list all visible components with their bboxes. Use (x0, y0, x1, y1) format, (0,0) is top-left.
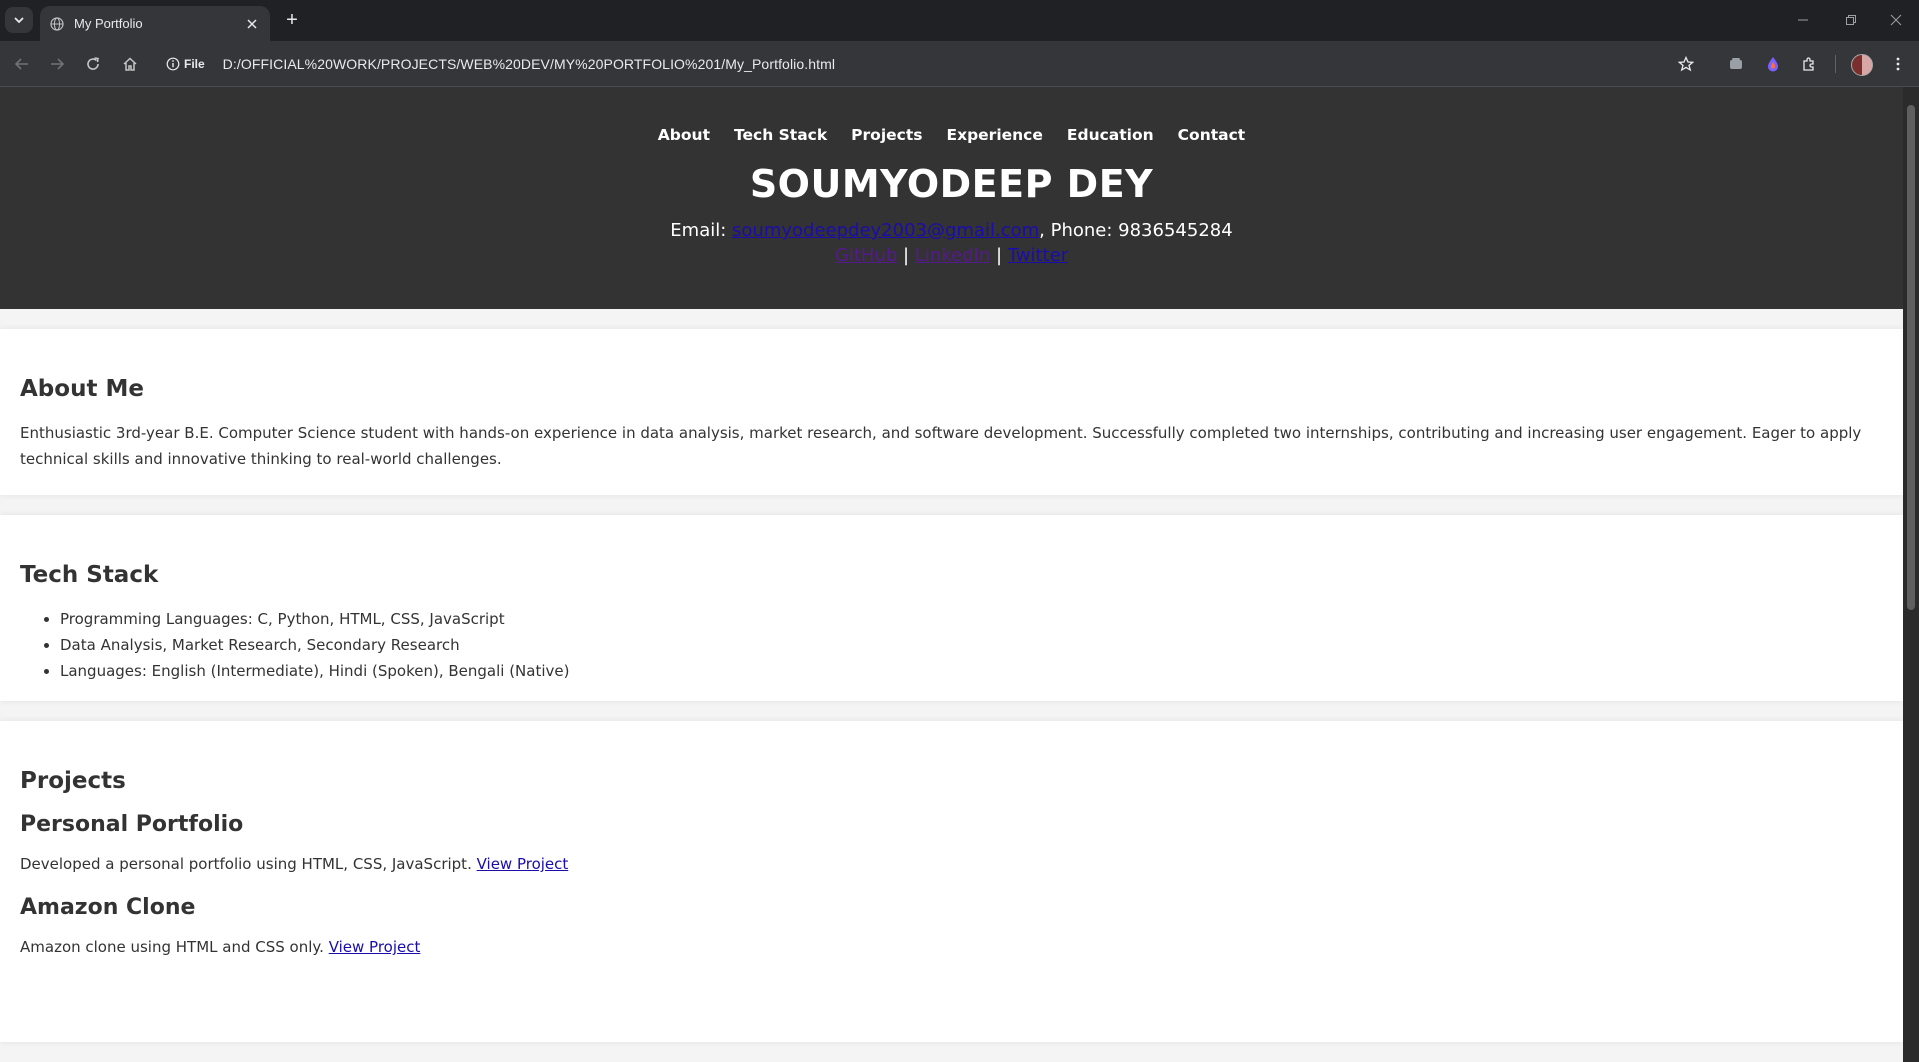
about-section: About Me Enthusiastic 3rd-year B.E. Comp… (0, 329, 1903, 495)
list-item: Programming Languages: C, Python, HTML, … (60, 606, 1883, 632)
projects-section: Projects Personal Portfolio Developed a … (0, 721, 1903, 1042)
phone-number: 9836545284 (1118, 220, 1233, 241)
tab-search-button[interactable] (5, 7, 33, 33)
restore-window-icon[interactable] (1837, 8, 1865, 32)
list-item: Languages: English (Intermediate), Hindi… (60, 658, 1883, 684)
view-project-link[interactable]: View Project (477, 855, 569, 873)
browser-tab-bar: My Portfolio + (0, 0, 1919, 41)
about-heading: About Me (20, 376, 144, 402)
close-tab-icon[interactable] (242, 14, 262, 34)
browser-toolbar: File D:/OFFICIAL%20WORK/PROJECTS/WEB%20D… (0, 41, 1919, 87)
site-chip-label: File (184, 56, 205, 71)
close-window-icon[interactable] (1882, 8, 1910, 32)
reload-icon[interactable] (81, 52, 105, 76)
site-info-chip[interactable]: File (166, 57, 205, 71)
nav-link-projects[interactable]: Projects (851, 126, 922, 144)
tech-stack-section: Tech Stack Programming Languages: C, Pyt… (0, 515, 1903, 701)
github-link[interactable]: GitHub (835, 245, 897, 266)
more-menu-icon[interactable] (1886, 52, 1910, 76)
extension-media-icon[interactable] (1724, 52, 1748, 76)
site-header: About Tech Stack Projects Experience Edu… (0, 87, 1903, 309)
projects-heading: Projects (20, 768, 126, 794)
profile-avatar[interactable] (1851, 54, 1873, 76)
project-description: Developed a personal portfolio using HTM… (20, 851, 1883, 877)
nav-link-contact[interactable]: Contact (1178, 126, 1246, 144)
social-links: GitHub | LinkedIn | Twitter (0, 245, 1903, 266)
twitter-link[interactable]: Twitter (1008, 245, 1068, 266)
phone-label: , Phone: (1039, 220, 1119, 241)
bookmark-star-icon[interactable] (1674, 52, 1698, 76)
nav-link-experience[interactable]: Experience (946, 126, 1042, 144)
globe-icon (50, 16, 64, 31)
nav-link-about[interactable]: About (658, 126, 710, 144)
nav-link-tech-stack[interactable]: Tech Stack (734, 126, 827, 144)
chevron-down-icon (14, 17, 24, 24)
email-link[interactable]: soumyodeepdey2003@gmail.com (732, 220, 1039, 241)
project-title: Personal Portfolio (20, 812, 244, 837)
page-viewport: About Tech Stack Projects Experience Edu… (0, 87, 1903, 1062)
about-text: Enthusiastic 3rd-year B.E. Computer Scie… (20, 424, 1862, 468)
link-separator: | (897, 245, 915, 266)
forward-arrow-icon[interactable] (45, 52, 69, 76)
puzzle-extensions-icon[interactable] (1797, 52, 1821, 76)
browser-tab-active[interactable]: My Portfolio (40, 6, 270, 41)
tech-stack-list: Programming Languages: C, Python, HTML, … (20, 606, 1883, 684)
url-text[interactable]: D:/OFFICIAL%20WORK/PROJECTS/WEB%20DEV/MY… (223, 56, 835, 72)
project-title: Amazon Clone (20, 895, 196, 920)
info-icon (166, 57, 180, 70)
contact-line: Email: soumyodeepdey2003@gmail.com, Phon… (0, 220, 1903, 241)
view-project-link[interactable]: View Project (329, 938, 421, 956)
site-nav: About Tech Stack Projects Experience Edu… (0, 87, 1903, 144)
toolbar-divider (1835, 55, 1836, 73)
link-separator: | (990, 245, 1008, 266)
nav-link-education[interactable]: Education (1067, 126, 1154, 144)
back-arrow-icon[interactable] (10, 52, 34, 76)
email-label: Email: (670, 220, 733, 241)
new-tab-button[interactable]: + (281, 9, 303, 31)
scrollbar-thumb[interactable] (1907, 105, 1915, 610)
project-description-text: Developed a personal portfolio using HTM… (20, 855, 477, 873)
tab-title: My Portfolio (74, 16, 143, 31)
linkedin-link[interactable]: LinkedIn (915, 245, 990, 266)
home-icon[interactable] (118, 52, 142, 76)
tech-stack-heading: Tech Stack (20, 562, 159, 588)
page-scrollbar[interactable] (1903, 87, 1919, 1062)
list-item: Data Analysis, Market Research, Secondar… (60, 632, 1883, 658)
address-bar[interactable]: File D:/OFFICIAL%20WORK/PROJECTS/WEB%20D… (158, 46, 1688, 81)
project-description-text: Amazon clone using HTML and CSS only. (20, 938, 329, 956)
minimize-window-icon[interactable] (1789, 8, 1817, 32)
extension-drop-icon[interactable] (1761, 52, 1785, 76)
project-description: Amazon clone using HTML and CSS only. Vi… (20, 934, 1883, 960)
page-title: SOUMYODEEP DEY (749, 162, 1154, 206)
